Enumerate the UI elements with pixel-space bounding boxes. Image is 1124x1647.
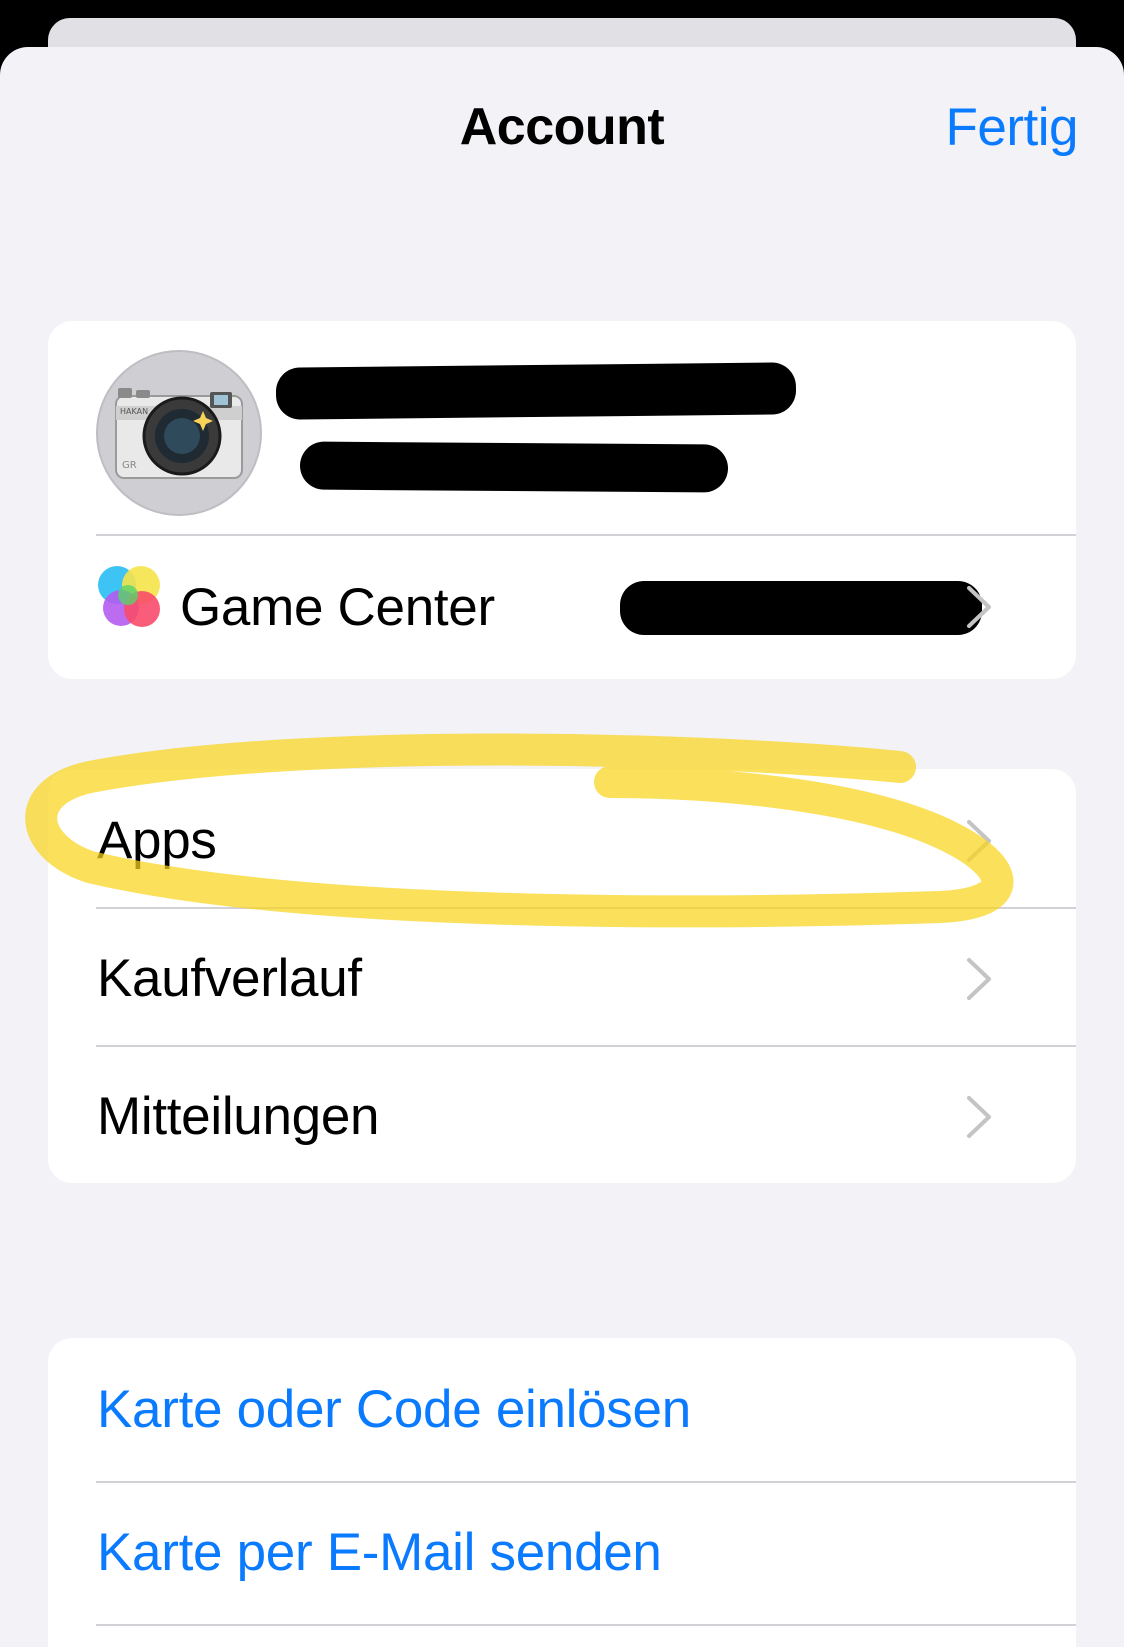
done-button[interactable]: Fertig <box>946 97 1079 158</box>
avatar[interactable]: HAKAN GR <box>96 350 262 516</box>
account-sheet: Account Fertig HAKAN GR Game Center Apps… <box>0 47 1124 1647</box>
game-center-icon <box>98 566 160 627</box>
redeem-row[interactable]: Karte oder Code einlösen <box>48 1338 1076 1482</box>
svg-text:HAKAN: HAKAN <box>120 407 148 416</box>
purchase-history-label: Kaufverlauf <box>97 949 362 1008</box>
game-center-label: Game Center <box>180 578 495 637</box>
game-center-row[interactable]: Game Center <box>48 536 1076 679</box>
apps-row[interactable]: Apps <box>48 769 1076 913</box>
actions-group: Karte oder Code einlösen Karte per E-Mai… <box>48 1338 1076 1647</box>
send-gift-card-label: Karte per E-Mail senden <box>97 1523 662 1582</box>
redacted-name <box>275 362 797 420</box>
profile-group: HAKAN GR Game Center <box>48 321 1076 679</box>
redacted-email <box>299 441 729 493</box>
chevron-right-icon <box>967 1096 991 1138</box>
menu-group: Apps Kaufverlauf Mitteilungen <box>48 769 1076 1183</box>
chevron-right-icon <box>967 820 991 862</box>
send-gift-card-row[interactable]: Karte per E-Mail senden <box>48 1481 1076 1625</box>
redacted-game-center-name <box>620 581 982 635</box>
chevron-right-icon <box>967 586 991 628</box>
chevron-right-icon <box>967 958 991 1000</box>
separator <box>96 1624 1076 1626</box>
apps-label: Apps <box>97 811 217 870</box>
camera-icon: HAKAN GR <box>115 388 243 479</box>
notifications-row[interactable]: Mitteilungen <box>48 1045 1076 1183</box>
svg-text:GR: GR <box>122 460 137 471</box>
notifications-label: Mitteilungen <box>97 1087 380 1146</box>
redeem-label: Karte oder Code einlösen <box>97 1380 691 1439</box>
purchase-history-row[interactable]: Kaufverlauf <box>48 907 1076 1051</box>
